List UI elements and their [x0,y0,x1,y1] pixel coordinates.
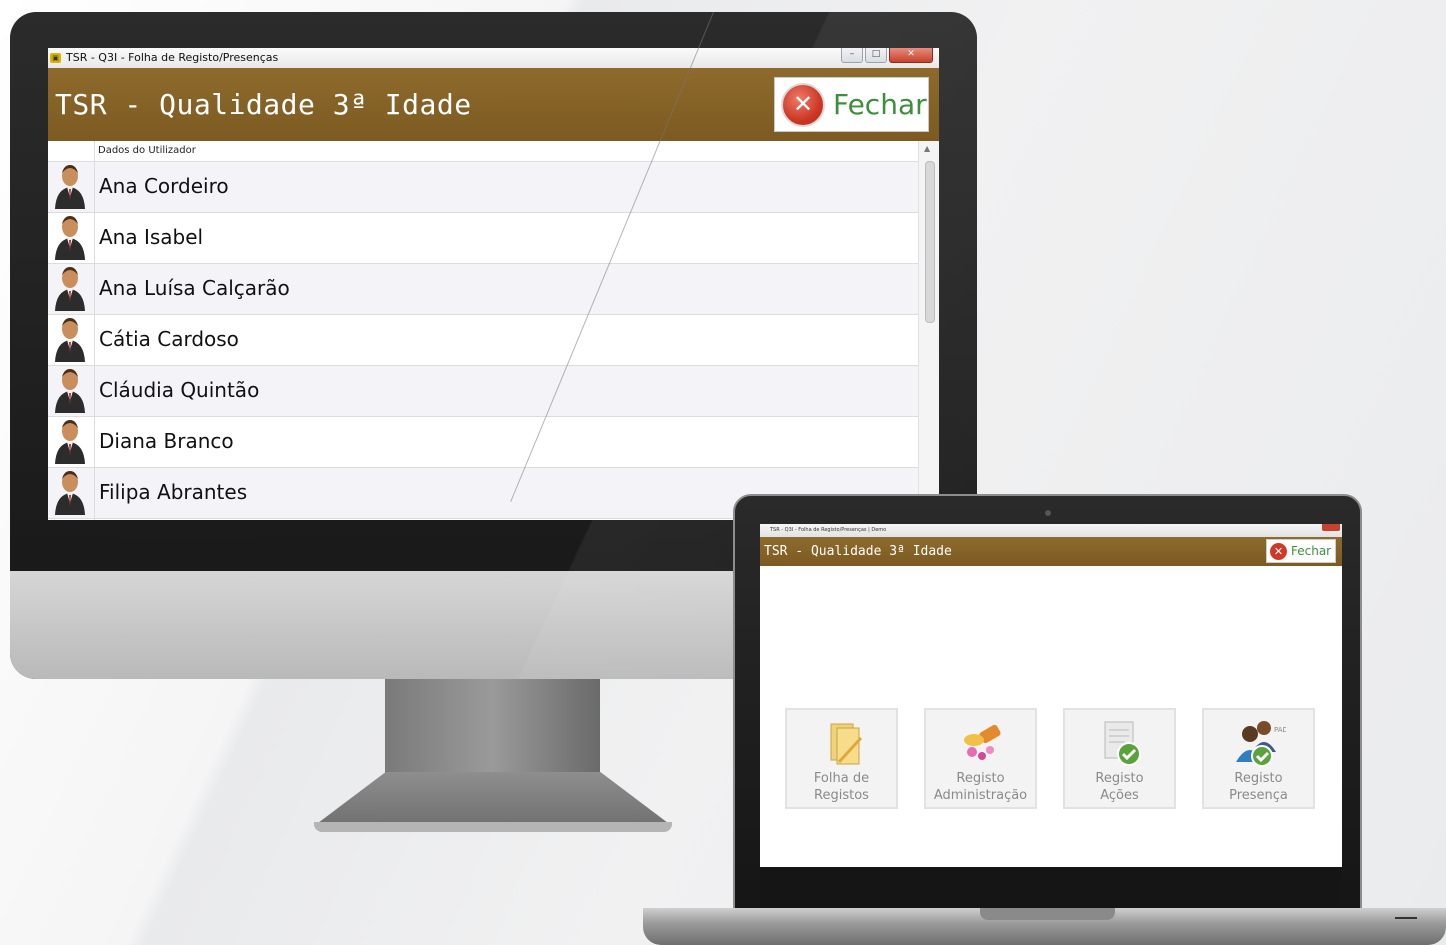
user-name: Ana Isabel [99,225,204,249]
user-name: Ana Luísa Calçarão [99,276,290,300]
users-check-icon: PADP [1236,721,1286,767]
folder-icon [830,723,863,765]
window-controls: – □ ✕ [841,48,933,63]
window-title: TSR - Q3I - Folha de Registo/Presenças [66,51,279,64]
tile-label-line1: Registo [1234,771,1283,786]
user-avatar-icon [52,420,88,464]
laptop-app-header: TSR - Qualidade 3ª Idade ✕ Fechar [760,537,1342,566]
user-avatar-icon [52,471,88,515]
laptop-camera [1045,510,1051,516]
user-avatar-icon [52,267,88,311]
app-icon: ▣ [50,53,61,63]
scroll-up-icon[interactable]: ▲ [924,144,930,153]
close-icon: ✕ [781,82,825,127]
laptop-notch [980,908,1115,920]
desktop-app-window: ▣ TSR - Q3I - Folha de Registo/Presenças… [48,48,939,520]
tile-label-line1: Registo [956,771,1005,786]
tile-registo-acoes[interactable]: Registo Ações [1063,708,1176,809]
minimize-button[interactable]: – [841,48,863,63]
user-row[interactable]: Diana Branco [48,417,939,468]
padp-badge: PADP [1274,726,1286,734]
app-header: TSR - Qualidade 3ª Idade ✕ Fechar [48,68,939,141]
close-icon: ✕ [1270,542,1287,560]
user-name: Cátia Cardoso [99,327,239,351]
user-avatar-icon [52,216,88,260]
tile-label-line2: Presença [1229,788,1288,803]
laptop-window-title: TSR - Q3I - Folha de Registo/Presenças |… [770,527,887,533]
user-name: Ana Cordeiro [99,174,229,198]
list-header: Dados do Utilizador [48,141,939,162]
laptop-close-app-button[interactable]: ✕ Fechar [1266,539,1336,563]
user-row[interactable]: Ana Cordeiro [48,162,939,213]
app-title: TSR - Qualidade 3ª Idade [55,88,472,121]
medicine-icon [964,724,1001,760]
window-close-button[interactable]: ✕ [889,48,933,63]
laptop-close-label: Fechar [1291,544,1332,558]
laptop-window-titlebar: TSR - Q3I - Folha de Registo/Presenças |… [760,524,1342,537]
laptop-window-close-button[interactable] [1322,524,1340,531]
user-row[interactable]: Ana Isabel [48,213,939,264]
close-app-button[interactable]: ✕ Fechar [774,77,929,132]
close-label: Fechar [833,88,927,121]
user-avatar-icon [52,318,88,362]
checklist-icon [1104,721,1141,766]
user-avatar-icon [52,369,88,413]
scrollbar-thumb[interactable] [925,161,935,323]
vertical-scrollbar[interactable]: ▲ [918,141,939,520]
tile-registo-presenca[interactable]: PADP Registo Presença [1202,708,1315,809]
tile-label-line2: Administração [933,788,1028,803]
tile-folha-de-registos[interactable]: Folha de Registos [785,708,898,809]
user-name: Diana Branco [99,429,234,453]
window-titlebar: ▣ TSR - Q3I - Folha de Registo/Presenças… [48,48,939,68]
maximize-button[interactable]: □ [865,48,887,63]
monitor-stand-neck [385,679,600,774]
laptop-bezel-bottom [760,867,1342,907]
tile-registo-administracao[interactable]: Registo Administração [924,708,1037,809]
user-row[interactable]: Cátia Cardoso [48,315,939,366]
laptop-app-title: TSR - Qualidade 3ª Idade [764,544,952,559]
tile-label-line1: Folha de [813,771,870,786]
column-header-user-data[interactable]: Dados do Utilizador [98,141,196,161]
laptop-app-window: TSR - Q3I - Folha de Registo/Presenças |… [760,524,1342,867]
user-row[interactable]: Cláudia Quintão [48,366,939,417]
user-name: Cláudia Quintão [99,378,260,402]
user-avatar-icon [52,165,88,209]
user-row[interactable]: Ana Luísa Calçarão [48,264,939,315]
tile-label-line2: Registos [814,788,869,803]
user-list: Ana Cordeiro Ana Isabel Ana Luísa Calçarão… [48,162,939,519]
tile-label-line2: Ações [1100,788,1139,803]
tile-label-line1: Registo [1095,771,1144,786]
user-name: Filipa Abrantes [99,480,248,504]
